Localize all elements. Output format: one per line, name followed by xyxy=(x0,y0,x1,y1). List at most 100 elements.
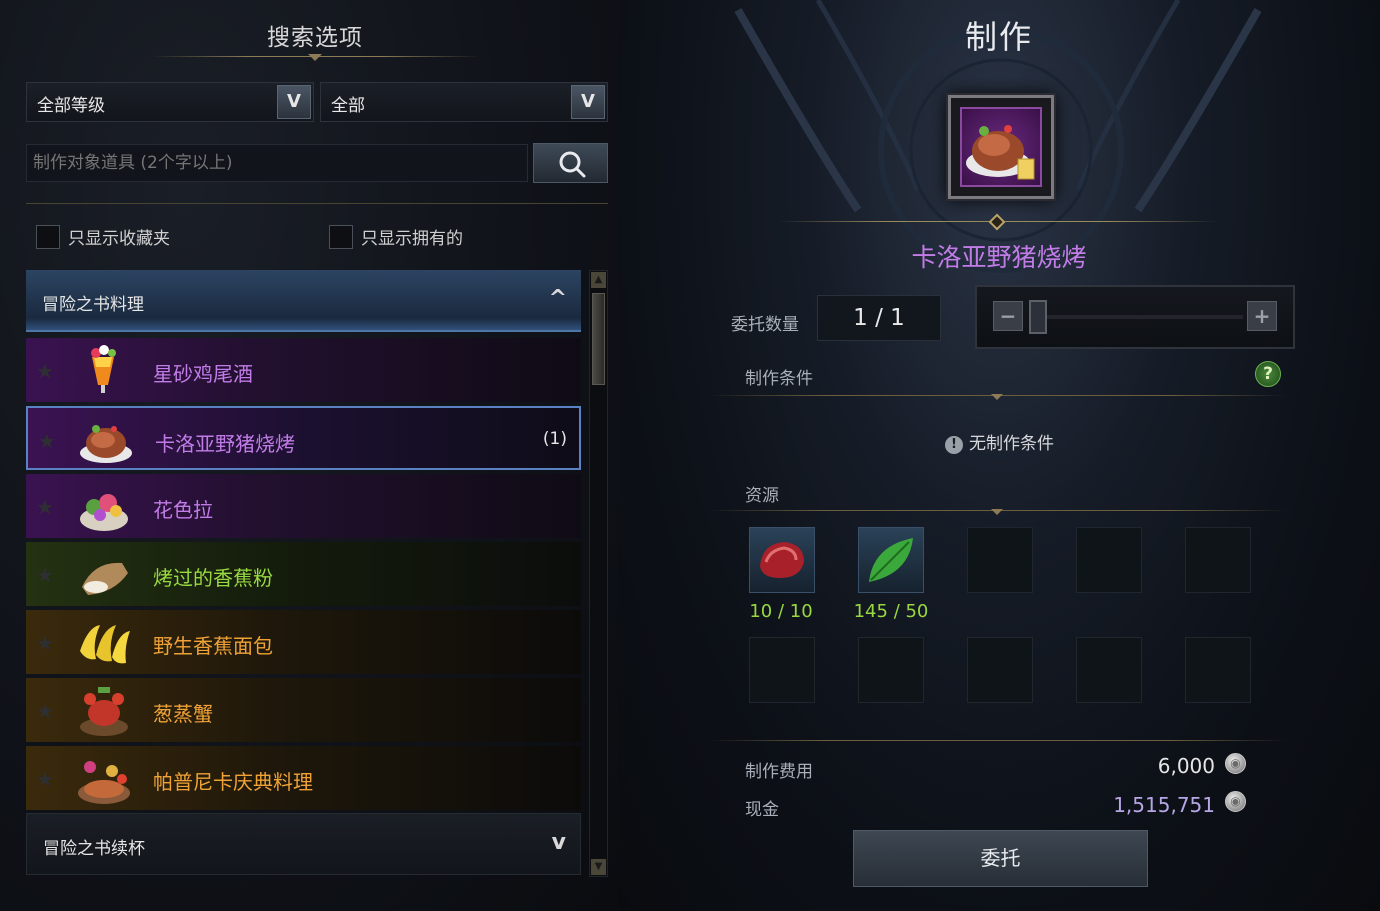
title-divider xyxy=(778,213,1218,231)
owned-checkbox[interactable]: 只显示拥有的 xyxy=(329,224,463,250)
list-item-selected[interactable]: ★ 卡洛亚野猪烧烤 (1) xyxy=(26,406,581,470)
silver-coin-icon: ◉ xyxy=(1225,791,1246,812)
item-count: (1) xyxy=(542,429,567,449)
no-conditions-message: ! 无制作条件 xyxy=(945,429,1054,454)
banana-bread-icon xyxy=(80,625,130,664)
resource-count: 10 / 10 xyxy=(749,601,813,622)
list-item[interactable]: ★ 野生香蕉面包 xyxy=(26,610,581,674)
banana-flour-icon xyxy=(82,562,128,595)
checkbox-box[interactable] xyxy=(329,224,353,249)
resource-slot-empty xyxy=(1185,637,1251,703)
owned-checkbox-label: 只显示拥有的 xyxy=(361,229,463,249)
minus-icon[interactable]: − xyxy=(993,301,1023,331)
roast-boar-icon xyxy=(966,125,1035,180)
chevron-down-icon: v xyxy=(551,830,566,855)
resource-slot[interactable] xyxy=(749,527,815,593)
type-select-value: 全部 xyxy=(331,96,365,116)
leaf-icon xyxy=(869,538,913,582)
search-panel: 搜索选项 全部等级 V 全部 V 只显示收藏夹 只显示拥有的 冒险之书料理 ^ … xyxy=(0,0,618,911)
item-name: 星砂鸡尾酒 xyxy=(153,362,253,386)
commit-button[interactable]: 委托 xyxy=(853,830,1148,887)
favorites-checkbox-label: 只显示收藏夹 xyxy=(68,229,170,249)
resource-count: 145 / 50 xyxy=(853,601,929,622)
item-name: 帕普尼卡庆典料理 xyxy=(153,770,313,794)
list-item[interactable]: ★ 葱蒸蟹 xyxy=(26,678,581,742)
item-name: 野生香蕉面包 xyxy=(153,634,273,658)
search-panel-title: 搜索选项 xyxy=(267,25,363,51)
resource-slot-empty xyxy=(749,637,815,703)
cash-value: 1,515,751 xyxy=(1113,793,1215,817)
category-label: 冒险之书料理 xyxy=(42,295,144,315)
divider xyxy=(26,203,608,204)
craft-item-name: 卡洛亚野猪烧烤 xyxy=(911,243,1087,272)
list-item[interactable]: ★ 帕普尼卡庆典料理 xyxy=(26,746,581,810)
craft-panel-title: 制作 xyxy=(964,18,1033,56)
star-icon[interactable]: ★ xyxy=(36,563,54,587)
chevron-up-icon: ^ xyxy=(548,286,567,311)
list-item[interactable]: ★ 花色拉 xyxy=(26,474,581,538)
checkbox-box[interactable] xyxy=(36,224,60,249)
scroll-thumb[interactable] xyxy=(592,293,605,385)
resource-slot-empty xyxy=(967,527,1033,593)
list-item[interactable]: ★ 烤过的香蕉粉 xyxy=(26,542,581,606)
resources-label: 资源 xyxy=(745,486,779,506)
cash-label: 现金 xyxy=(745,800,779,820)
star-icon[interactable]: ★ xyxy=(36,767,54,791)
no-conditions-text: 无制作条件 xyxy=(969,434,1054,454)
category-header-cooking[interactable]: 冒险之书料理 ^ xyxy=(26,270,581,332)
quantity-slider[interactable]: − + xyxy=(975,285,1295,349)
chevron-down-icon[interactable]: V xyxy=(571,85,605,119)
favorites-checkbox[interactable]: 只显示收藏夹 xyxy=(36,224,170,250)
festival-dish-icon xyxy=(78,761,130,804)
resource-slot-empty xyxy=(1076,527,1142,593)
item-name: 烤过的香蕉粉 xyxy=(153,566,273,590)
grade-select-value: 全部等级 xyxy=(37,96,105,116)
chevron-down-icon[interactable]: V xyxy=(277,85,311,119)
star-icon[interactable]: ★ xyxy=(36,699,54,723)
scroll-down-icon[interactable]: ▼ xyxy=(591,859,606,875)
cost-label: 制作费用 xyxy=(745,762,813,782)
cost-value: 6,000 xyxy=(1157,754,1215,778)
list-item[interactable]: ★ 星砂鸡尾酒 xyxy=(26,338,581,402)
craft-panel: 制作 卡洛亚野猪烧烤 委托数量 1 / 1 − + 制作条件 ? ! 无制作条件 … xyxy=(618,0,1380,911)
resource-slot-empty xyxy=(1076,637,1142,703)
search-button[interactable] xyxy=(533,143,608,183)
roast-boar-icon xyxy=(80,425,132,463)
craft-item-slot xyxy=(948,95,1054,199)
divider xyxy=(708,508,1288,518)
resource-slot[interactable] xyxy=(858,527,924,593)
resource-slot-empty xyxy=(1185,527,1251,593)
flower-salad-icon xyxy=(80,494,128,531)
search-icon xyxy=(559,151,586,178)
category-header-refill[interactable]: 冒险之书续杯 v xyxy=(26,813,581,875)
item-name: 花色拉 xyxy=(153,498,213,522)
scroll-up-icon[interactable]: ▲ xyxy=(591,272,606,288)
title-divider xyxy=(150,52,480,62)
plus-icon[interactable]: + xyxy=(1247,301,1277,331)
divider xyxy=(708,393,1288,403)
star-icon[interactable]: ★ xyxy=(38,429,56,453)
resource-slot-empty xyxy=(858,637,924,703)
resource-slot-empty xyxy=(967,637,1033,703)
category-label: 冒险之书续杯 xyxy=(43,839,145,859)
cocktail-icon xyxy=(91,345,116,393)
scrollbar[interactable]: ▲ ▼ xyxy=(589,270,608,877)
star-icon[interactable]: ★ xyxy=(36,495,54,519)
quantity-field[interactable]: 1 / 1 xyxy=(817,295,941,341)
warning-icon: ! xyxy=(945,436,963,454)
slider-track[interactable] xyxy=(1029,315,1243,319)
grade-select[interactable]: 全部等级 V xyxy=(26,82,314,122)
type-select[interactable]: 全部 V xyxy=(320,82,608,122)
quantity-label: 委托数量 xyxy=(731,315,799,335)
help-icon[interactable]: ? xyxy=(1255,361,1281,387)
search-input[interactable] xyxy=(26,144,528,182)
meat-icon xyxy=(760,542,804,578)
star-icon[interactable]: ★ xyxy=(36,631,54,655)
conditions-label: 制作条件 xyxy=(745,369,813,389)
slider-handle[interactable] xyxy=(1029,300,1047,334)
item-name: 卡洛亚野猪烧烤 xyxy=(155,432,295,456)
star-icon[interactable]: ★ xyxy=(36,359,54,383)
steamed-crab-icon xyxy=(80,687,128,736)
silver-coin-icon: ◉ xyxy=(1225,753,1246,774)
recipe-list: 冒险之书料理 ^ ★ 星砂鸡尾酒 ★ 卡洛亚野猪烧烤 (1) ★ 花色拉 ★ 烤… xyxy=(26,270,582,877)
